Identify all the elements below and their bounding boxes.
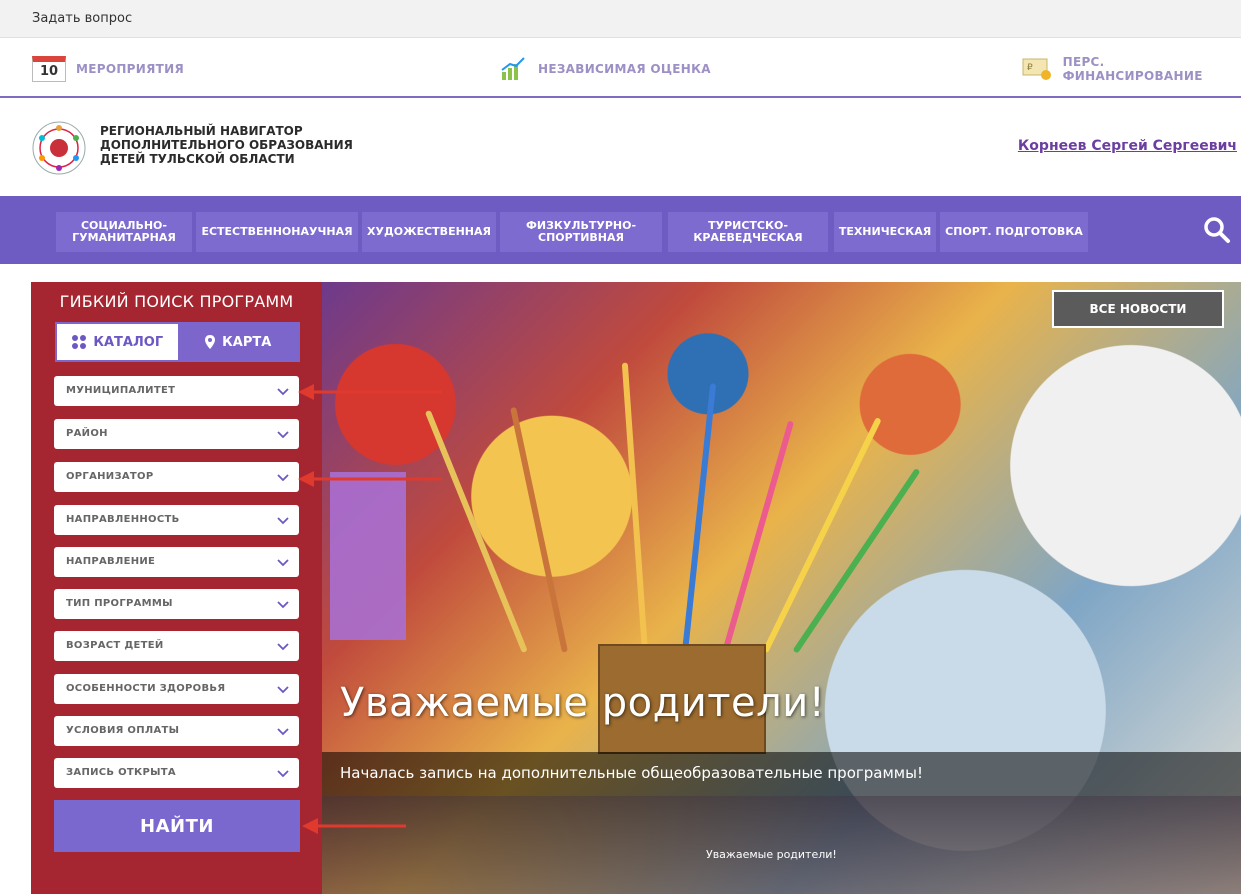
chevron-down-icon — [277, 686, 289, 694]
top-bar: Задать вопрос — [0, 0, 1241, 38]
ask-question-link[interactable]: Задать вопрос — [32, 11, 132, 26]
nav-item-label: ТЕХНИЧЕСКАЯ — [838, 225, 932, 238]
chevron-down-icon — [277, 559, 289, 567]
search-panel: ГИБКИЙ ПОИСК ПРОГРАММ КАТАЛОГ КАРТА МУНИ… — [31, 282, 322, 894]
filter-label: УСЛОВИЯ ОПЛАТЫ — [66, 725, 180, 736]
nav-item-social[interactable]: СОЦИАЛЬНО- ГУМАНИТАРНАЯ — [56, 212, 192, 252]
info-bar: 10 МЕРОПРИЯТИЯ НЕЗАВИСИМАЯ ОЦЕНКА ₽ ПЕРС… — [0, 38, 1241, 98]
site-logo[interactable] — [30, 120, 88, 176]
events-label: МЕРОПРИЯТИЯ — [76, 62, 185, 76]
calendar-icon: 10 — [32, 56, 66, 82]
nav-item-tourism[interactable]: ТУРИСТСКО- КРАЕВЕДЧЕСКАЯ — [668, 212, 828, 252]
banner-caption-box: Началась запись на дополнительные общеоб… — [322, 752, 1241, 796]
filter-label: ТИП ПРОГРАММЫ — [66, 598, 173, 609]
nav-item-sport[interactable]: ФИЗКУЛЬТУРНО- СПОРТИВНАЯ — [500, 212, 662, 252]
filter-label: РАЙОН — [66, 428, 108, 439]
filter-label: ОРГАНИЗАТОР — [66, 471, 154, 482]
financing-link[interactable]: ₽ ПЕРС. ФИНАНСИРОВАНИЕ — [1022, 55, 1241, 83]
chevron-down-icon — [277, 770, 289, 778]
annotation-arrow — [298, 384, 442, 400]
banner-photo-detail — [330, 472, 406, 640]
filter-label: ВОЗРАСТ ДЕТЕЙ — [66, 640, 164, 651]
user-profile-link[interactable]: Корнеев Сергей Сергеевич — [1018, 138, 1237, 154]
nav-item-sport-training[interactable]: СПОРТ. ПОДГОТОВКА — [940, 212, 1088, 252]
banner-photo-detail — [682, 383, 717, 653]
nav-item-technical[interactable]: ТЕХНИЧЕСКАЯ — [834, 212, 936, 252]
filter-label: ОСОБЕННОСТИ ЗДОРОВЬЯ — [66, 683, 226, 694]
tab-catalog-label: КАТАЛОГ — [93, 334, 164, 350]
chevron-down-icon — [277, 728, 289, 736]
search-panel-title: ГИБКИЙ ПОИСК ПРОГРАММ — [59, 292, 294, 311]
news-banner[interactable]: ВСЕ НОВОСТИ Уважаемые родители! Началась… — [322, 282, 1241, 894]
nav-item-label: ГУМАНИТАРНАЯ — [72, 231, 176, 244]
annotation-arrow — [298, 471, 442, 487]
chevron-down-icon — [277, 517, 289, 525]
chevron-down-icon — [277, 643, 289, 651]
nav-item-art[interactable]: ХУДОЖЕСТВЕННАЯ — [362, 212, 496, 252]
nav-item-label: СПОРТИВНАЯ — [538, 231, 624, 244]
filter-municipality[interactable]: МУНИЦИПАЛИТЕТ — [54, 376, 299, 406]
filter-focus[interactable]: НАПРАВЛЕННОСТЬ — [54, 505, 299, 535]
search-icon[interactable] — [1203, 216, 1231, 244]
site-header: РЕГИОНАЛЬНЫЙ НАВИГАТОР ДОПОЛНИТЕЛЬНОГО О… — [0, 98, 1241, 196]
filter-enrollment-open[interactable]: ЗАПИСЬ ОТКРЫТА — [54, 758, 299, 788]
nav-item-science[interactable]: ЕСТЕСТВЕННОНАУЧНАЯ — [196, 212, 358, 252]
filter-label: НАПРАВЛЕННОСТЬ — [66, 514, 180, 525]
svg-text:₽: ₽ — [1027, 63, 1033, 73]
chevron-down-icon — [277, 601, 289, 609]
nav-item-label: ХУДОЖЕСТВЕННАЯ — [367, 225, 491, 238]
filter-age[interactable]: ВОЗРАСТ ДЕТЕЙ — [54, 631, 299, 661]
banner-photo-detail — [621, 362, 648, 653]
certificate-icon: ₽ — [1022, 58, 1051, 80]
filter-label: НАПРАВЛЕНИЕ — [66, 556, 156, 567]
grid-icon — [72, 335, 87, 349]
chevron-down-icon — [277, 388, 289, 396]
filter-district[interactable]: РАЙОН — [54, 419, 299, 449]
financing-label: ПЕРС. ФИНАНСИРОВАНИЕ — [1062, 55, 1203, 83]
filter-health[interactable]: ОСОБЕННОСТИ ЗДОРОВЬЯ — [54, 674, 299, 704]
site-title-line: РЕГИОНАЛЬНЫЙ НАВИГАТОР — [100, 124, 303, 138]
nav-item-label: ЕСТЕСТВЕННОНАУЧНАЯ — [201, 225, 353, 238]
assessment-link[interactable]: НЕЗАВИСИМАЯ ОЦЕНКА — [500, 56, 711, 82]
assessment-label: НЕЗАВИСИМАЯ ОЦЕНКА — [538, 62, 711, 76]
chevron-down-icon — [277, 474, 289, 482]
filter-label: МУНИЦИПАЛИТЕТ — [66, 385, 176, 396]
chevron-down-icon — [277, 431, 289, 439]
tab-map-label: КАРТА — [222, 334, 272, 350]
next-slide-preview[interactable]: Уважаемые родители! — [322, 796, 1241, 894]
map-pin-icon — [205, 335, 216, 349]
banner-title: Уважаемые родители! — [340, 680, 826, 726]
view-tabs: КАТАЛОГ КАРТА — [55, 322, 300, 362]
tab-map[interactable]: КАРТА — [177, 324, 298, 360]
filter-payment[interactable]: УСЛОВИЯ ОПЛАТЫ — [54, 716, 299, 746]
filter-label: ЗАПИСЬ ОТКРЫТА — [66, 767, 176, 778]
all-news-button[interactable]: ВСЕ НОВОСТИ — [1052, 290, 1224, 328]
nav-item-label: СПОРТ. ПОДГОТОВКА — [945, 225, 1083, 238]
events-link[interactable]: 10 МЕРОПРИЯТИЯ — [32, 56, 184, 82]
nav-item-label: КРАЕВЕДЧЕСКАЯ — [693, 231, 803, 244]
category-nav: СОЦИАЛЬНО- ГУМАНИТАРНАЯ ЕСТЕСТВЕННОНАУЧНА… — [0, 196, 1241, 264]
site-title: РЕГИОНАЛЬНЫЙ НАВИГАТОР ДОПОЛНИТЕЛЬНОГО О… — [100, 124, 353, 166]
annotation-arrow — [302, 818, 406, 834]
banner-subtitle: Началась запись на дополнительные общеоб… — [340, 764, 923, 782]
site-title-line: ДОПОЛНИТЕЛЬНОГО ОБРАЗОВАНИЯ — [100, 138, 353, 152]
banner-photo-detail — [424, 409, 528, 654]
chart-growth-icon — [501, 57, 525, 80]
filter-program-type[interactable]: ТИП ПРОГРАММЫ — [54, 589, 299, 619]
tab-catalog[interactable]: КАТАЛОГ — [57, 324, 178, 360]
find-button[interactable]: НАЙТИ — [54, 800, 300, 852]
next-slide-caption: Уважаемые родители! — [706, 848, 837, 861]
filter-direction[interactable]: НАПРАВЛЕНИЕ — [54, 547, 299, 577]
filter-organizer[interactable]: ОРГАНИЗАТОР — [54, 462, 299, 492]
calendar-day: 10 — [39, 64, 59, 79]
site-title-line: ДЕТЕЙ ТУЛЬСКОЙ ОБЛАСТИ — [100, 152, 295, 166]
banner-photo-detail — [510, 406, 568, 653]
